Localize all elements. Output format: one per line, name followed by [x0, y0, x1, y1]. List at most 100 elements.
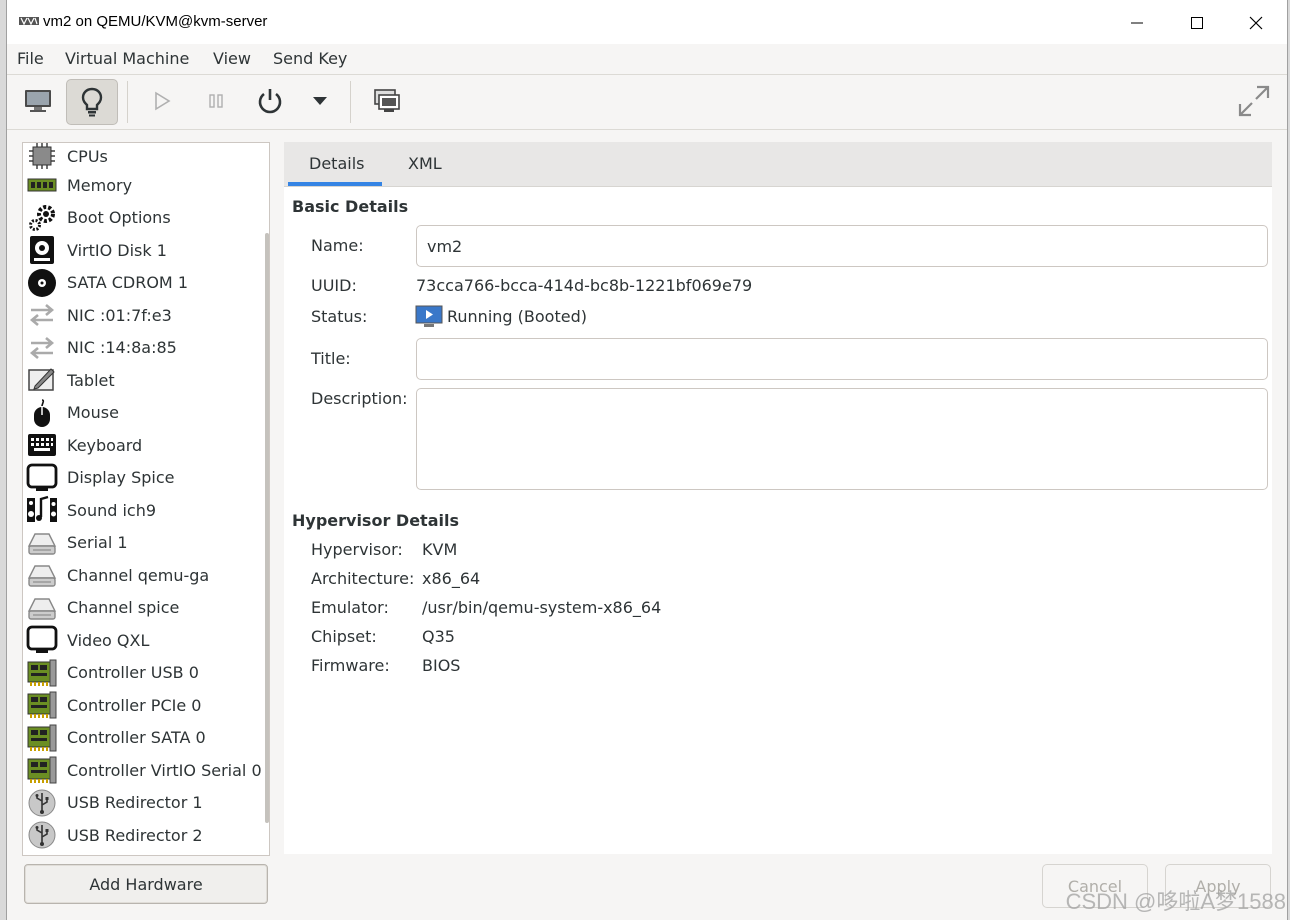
- add-hardware-button[interactable]: Add Hardware: [24, 864, 268, 904]
- keyboard-icon: [26, 430, 58, 460]
- hw-item-controller-virtio-serial-0[interactable]: Controller VirtIO Serial 0: [23, 754, 269, 787]
- title-bar: vm2 on QEMU/KVM@kvm-server: [7, 0, 1287, 45]
- title-field[interactable]: [416, 338, 1268, 380]
- sidebar-scrollbar[interactable]: [265, 233, 269, 823]
- controller-icon: [26, 690, 58, 720]
- hw-item-nic-1[interactable]: NIC :01:7f:e3: [23, 299, 269, 332]
- shutdown-menu-button[interactable]: [298, 79, 342, 123]
- controller-icon: [26, 723, 58, 753]
- show-details-button[interactable]: [66, 79, 118, 125]
- hw-item-channel-qemu-ga[interactable]: Channel qemu-ga: [23, 559, 269, 592]
- hw-item-label: Display Spice: [67, 468, 175, 488]
- hypervisor-value: KVM: [422, 540, 458, 559]
- hw-item-usb-redirector-2[interactable]: USB Redirector 2: [23, 819, 269, 852]
- running-status-icon: [415, 305, 443, 327]
- pause-button[interactable]: [191, 79, 241, 123]
- tab-bar: Details XML: [284, 142, 1272, 187]
- hw-item-controller-pcie-0[interactable]: Controller PCIe 0: [23, 689, 269, 722]
- hw-item-label: Memory: [67, 175, 133, 195]
- hw-item-nic-2[interactable]: NIC :14:8a:85: [23, 332, 269, 365]
- hw-item-label: USB Redirector 2: [67, 825, 203, 845]
- close-button[interactable]: [1239, 10, 1273, 36]
- fullscreen-icon: [1238, 85, 1270, 117]
- firmware-label: Firmware:: [311, 656, 390, 675]
- shutdown-button[interactable]: [245, 79, 295, 123]
- tablet-icon: [26, 365, 58, 395]
- hw-item-label: Boot Options: [67, 208, 171, 228]
- status-value: Running (Booted): [447, 307, 587, 326]
- hw-item-cpus[interactable]: CPUs: [23, 143, 269, 169]
- description-field[interactable]: [416, 388, 1268, 490]
- hw-item-mouse[interactable]: Mouse: [23, 397, 269, 430]
- window-title: vm2 on QEMU/KVM@kvm-server: [43, 13, 268, 30]
- hw-item-serial-1[interactable]: Serial 1: [23, 527, 269, 560]
- hardware-list-panel: CPUs Memory Boot Options VirtIO Disk 1 S…: [22, 142, 270, 856]
- tab-details[interactable]: Details: [309, 154, 364, 173]
- hypervisor-details-heading: Hypervisor Details: [292, 511, 459, 530]
- disk-icon: [26, 235, 58, 265]
- emulator-value: /usr/bin/qemu-system-x86_64: [422, 598, 662, 617]
- hw-item-label: Controller PCIe 0: [67, 695, 202, 715]
- hw-item-label: VirtIO Disk 1: [67, 240, 167, 260]
- hw-item-video-qxl[interactable]: Video QXL: [23, 624, 269, 657]
- menu-send-key[interactable]: Send Key: [273, 49, 347, 68]
- hw-item-sata-cdrom-1[interactable]: SATA CDROM 1: [23, 267, 269, 300]
- hw-item-label: USB Redirector 1: [67, 793, 203, 813]
- maximize-button[interactable]: [1180, 10, 1214, 36]
- hardware-list: CPUs Memory Boot Options VirtIO Disk 1 S…: [23, 143, 269, 852]
- hw-item-label: NIC :14:8a:85: [67, 338, 177, 358]
- virt-manager-icon: [19, 17, 39, 26]
- nic-icon: [26, 333, 58, 363]
- hw-item-label: SATA CDROM 1: [67, 273, 188, 293]
- hw-item-display-spice[interactable]: Display Spice: [23, 462, 269, 495]
- hw-item-controller-usb-0[interactable]: Controller USB 0: [23, 657, 269, 690]
- cdrom-icon: [26, 268, 58, 298]
- console-icon: [25, 90, 51, 112]
- name-field[interactable]: [416, 225, 1268, 267]
- description-label: Description:: [311, 389, 408, 408]
- hw-item-boot-options[interactable]: Boot Options: [23, 202, 269, 235]
- tab-xml[interactable]: XML: [408, 154, 442, 173]
- show-console-button[interactable]: [13, 79, 63, 123]
- hw-item-virtio-disk-1[interactable]: VirtIO Disk 1: [23, 234, 269, 267]
- status-label: Status:: [311, 307, 368, 326]
- chipset-value: Q35: [422, 627, 455, 646]
- snapshots-button[interactable]: [362, 79, 412, 123]
- hw-item-label: Video QXL: [67, 630, 150, 650]
- uuid-label: UUID:: [311, 276, 357, 295]
- run-button[interactable]: [137, 79, 187, 123]
- hw-item-label: Channel spice: [67, 598, 180, 618]
- active-tab-indicator: [288, 182, 382, 186]
- hw-item-label: Controller VirtIO Serial 0: [67, 760, 262, 780]
- hw-item-label: Serial 1: [67, 533, 128, 553]
- hw-item-channel-spice[interactable]: Channel spice: [23, 592, 269, 625]
- toolbar: [7, 75, 1287, 130]
- chipset-label: Chipset:: [311, 627, 377, 646]
- menu-file[interactable]: File: [17, 49, 44, 68]
- serial-icon: [26, 593, 58, 623]
- architecture-value: x86_64: [422, 569, 481, 588]
- hw-item-label: Mouse: [67, 403, 119, 423]
- hypervisor-label: Hypervisor:: [311, 540, 403, 559]
- hw-item-memory[interactable]: Memory: [23, 169, 269, 202]
- lightbulb-icon: [81, 87, 103, 117]
- hw-item-sound-ich9[interactable]: Sound ich9: [23, 494, 269, 527]
- menu-virtual-machine[interactable]: Virtual Machine: [65, 49, 189, 68]
- basic-details-heading: Basic Details: [292, 197, 409, 216]
- minimize-button[interactable]: [1120, 10, 1154, 36]
- hw-item-tablet[interactable]: Tablet: [23, 364, 269, 397]
- hw-item-keyboard[interactable]: Keyboard: [23, 429, 269, 462]
- serial-icon: [26, 528, 58, 558]
- menu-bar: File Virtual Machine View Send Key: [7, 44, 1287, 75]
- hw-item-controller-sata-0[interactable]: Controller SATA 0: [23, 722, 269, 755]
- usb-icon: [26, 820, 58, 850]
- menu-view[interactable]: View: [213, 49, 251, 68]
- firmware-value: BIOS: [422, 656, 461, 675]
- hw-item-usb-redirector-1[interactable]: USB Redirector 1: [23, 787, 269, 820]
- title-label: Title:: [311, 349, 351, 368]
- hw-item-label: Controller SATA 0: [67, 728, 206, 748]
- details-panel: Details XML Basic Details Name: UUID: 73…: [284, 142, 1272, 854]
- maximize-icon: [1191, 17, 1203, 29]
- fullscreen-button[interactable]: [1229, 79, 1279, 123]
- watermark: CSDN @哆啦A梦1588: [1065, 889, 1286, 914]
